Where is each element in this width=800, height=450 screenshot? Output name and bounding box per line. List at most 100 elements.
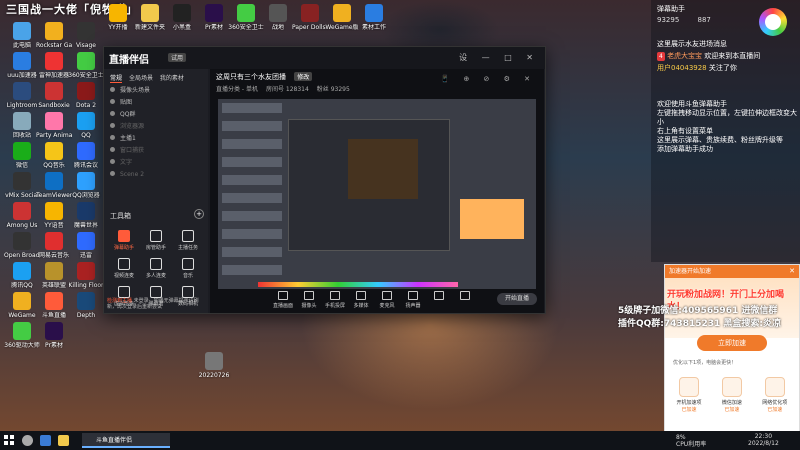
stage-tool-button[interactable]: 扬声器 <box>400 291 426 309</box>
scene-item[interactable]: 浏览器源 <box>110 121 204 133</box>
scene-item[interactable]: 文字 <box>110 157 204 169</box>
scene-item[interactable]: 贴图 <box>110 97 204 109</box>
desktop-icon[interactable]: uuu加速器 <box>4 52 40 79</box>
stage-tool-button[interactable] <box>452 291 478 302</box>
desktop-icon[interactable]: QQ浏览器 <box>68 172 104 199</box>
search-icon[interactable] <box>22 435 33 446</box>
stage-tool-button[interactable] <box>426 291 452 302</box>
desktop-icon[interactable]: WeGame <box>4 292 40 319</box>
desktop-icon[interactable]: Paper Dolls Original <box>292 4 328 31</box>
desktop-icon[interactable]: 微信 <box>4 142 40 169</box>
file-explorer-icon[interactable] <box>58 435 69 446</box>
edit-title-button[interactable]: 修改 <box>294 72 313 81</box>
tool-button[interactable]: 房管助手 <box>140 227 172 255</box>
stage-tool-button[interactable]: 手机投屏 <box>322 291 348 309</box>
accelerate-button[interactable]: 立即加速 <box>697 335 767 351</box>
desktop-icon[interactable]: Lightroom <box>4 82 40 109</box>
desktop-icon[interactable]: Dota 2 <box>68 82 104 109</box>
live-companion-window[interactable]: 直播伴侣 试用 设 — □ ✕ 常规 全局场景 我的素材 摄像头场景 贴图 QQ群浏… <box>103 46 546 314</box>
popup-app[interactable]: 网络优化项 已加速 <box>755 377 795 413</box>
stage-tool-button[interactable]: 直播画面 <box>270 291 296 309</box>
tool-button[interactable]: 视频连麦 <box>108 255 140 283</box>
start-live-button[interactable]: 开始直播 <box>497 293 537 305</box>
scene-item[interactable]: 主播1 <box>110 133 204 145</box>
taskbar-app-button[interactable]: 斗鱼直播伴侣 <box>82 433 170 448</box>
tool-button[interactable]: 主播任务 <box>172 227 204 255</box>
streamer-avatar[interactable] <box>759 8 787 36</box>
tab-my-assets[interactable]: 我的素材 <box>160 75 184 82</box>
windows-start-icon[interactable] <box>4 435 14 445</box>
close-icon[interactable]: ✕ <box>789 267 795 275</box>
window-controls[interactable]: 设 — □ ✕ <box>459 52 539 63</box>
desktop-icon[interactable]: 雷神加速器 <box>36 52 72 79</box>
desktop-icon[interactable]: 回收站 <box>4 112 40 139</box>
desktop-icon[interactable]: 360驱动大师 <box>4 322 40 349</box>
desktop-icon[interactable]: 360安全卫士 <box>228 4 264 31</box>
tool-button[interactable]: 音乐 <box>172 255 204 283</box>
app-icon <box>13 112 31 130</box>
stage-toolbar-icons[interactable]: 📱 ⊕ ⊘ ⚙ ✕ <box>441 75 537 83</box>
task-view-icon[interactable] <box>40 435 51 446</box>
scene-item[interactable]: QQ群 <box>110 109 204 121</box>
add-tool-icon[interactable]: + <box>194 209 204 219</box>
desktop-icon[interactable]: Visage <box>68 22 104 49</box>
desktop-icon[interactable]: vMix Social <box>4 172 40 199</box>
visibility-icon[interactable] <box>110 123 115 128</box>
avatar-icon <box>118 286 130 298</box>
desktop-icon[interactable]: 新建文件夹 <box>132 4 168 31</box>
tab-general[interactable]: 常规 <box>110 75 123 83</box>
tab-global-scene[interactable]: 全局场景 <box>129 75 153 82</box>
desktop-icon[interactable]: 小黑盒 <box>164 4 200 31</box>
visibility-icon[interactable] <box>110 87 115 92</box>
desktop-icon[interactable]: 迅雷 <box>68 232 104 259</box>
desktop-icon[interactable]: Party Animals <box>36 112 72 139</box>
tool-button[interactable]: 多人连麦 <box>140 255 172 283</box>
desktop-icon[interactable]: 网易云音乐 <box>36 232 72 259</box>
visibility-icon[interactable] <box>110 171 115 176</box>
desktop-icon[interactable]: 素材工作 <box>356 4 392 31</box>
popup-app[interactable]: 开机加速项 已加速 <box>669 377 709 413</box>
scene-item[interactable]: Scene 2 <box>110 169 204 181</box>
desktop-icon[interactable]: Depth <box>68 292 104 319</box>
desktop-icon[interactable]: Pr素材 <box>36 322 72 349</box>
desktop-icon[interactable]: 斗鱼直播 <box>36 292 72 319</box>
visibility-icon[interactable] <box>110 111 115 116</box>
mic-icon <box>150 258 162 270</box>
scene-label: 摄像头场景 <box>120 87 151 94</box>
desktop-icon[interactable]: QQ音乐 <box>36 142 72 169</box>
desktop-icon[interactable]: 20220726 <box>196 352 232 379</box>
popup-app[interactable]: 微信加速 已加速 <box>712 377 752 413</box>
visibility-icon[interactable] <box>110 147 115 152</box>
scene-item[interactable]: 摄像头场景 <box>110 85 204 97</box>
visibility-icon[interactable] <box>110 135 115 140</box>
desktop-icon[interactable]: Pr素材 <box>196 4 232 31</box>
desktop-icon[interactable]: YY语音 <box>36 202 72 229</box>
clock[interactable]: 22:30 2022/8/12 <box>748 433 779 447</box>
desktop-icon[interactable]: Rockstar Games <box>36 22 72 49</box>
visibility-icon[interactable] <box>110 159 115 164</box>
desktop-icon[interactable]: 英雄联盟 <box>36 262 72 289</box>
stage-tool-button[interactable]: 麦克风 <box>374 291 400 309</box>
tool-button[interactable]: 弹幕助手 <box>108 227 140 255</box>
desktop-icon[interactable]: TeamViewer <box>36 172 72 199</box>
desktop-icon[interactable]: Sandboxie <box>36 82 72 109</box>
live-preview[interactable] <box>218 99 536 289</box>
scene-item[interactable]: 窗口捕获 <box>110 145 204 157</box>
danmu-chat-panel[interactable]: 弹幕助手 93295 887 这里展示水友进场消息 4 老虎大宝宝 欢迎来到本直… <box>651 0 800 262</box>
desktop-icon[interactable]: QQ <box>68 112 104 139</box>
stage-tool-button[interactable]: 摄像头 <box>296 291 322 309</box>
desktop-icon[interactable]: Killing Floor <box>68 262 104 289</box>
visibility-icon[interactable] <box>110 99 115 104</box>
desktop-icon[interactable]: Open Broadcaster <box>4 232 40 259</box>
stage-tool-button[interactable]: 多媒体 <box>348 291 374 309</box>
desktop-icon[interactable]: WeGame版 <box>324 4 360 31</box>
desktop-icon[interactable]: 战地 <box>260 4 296 31</box>
desktop-icon[interactable]: 腾讯QQ <box>4 262 40 289</box>
desktop-icon-label: 魔兽世界 <box>73 222 98 229</box>
desktop-icon[interactable]: YY开播 <box>100 4 136 31</box>
desktop-icon[interactable]: 腾讯会议 <box>68 142 104 169</box>
desktop-icon[interactable]: 360安全卫士 <box>68 52 104 79</box>
desktop-icon[interactable]: 魔兽世界 <box>68 202 104 229</box>
desktop-icon[interactable]: Among Us <box>4 202 40 229</box>
desktop-icon[interactable]: 此电脑 <box>4 22 40 49</box>
